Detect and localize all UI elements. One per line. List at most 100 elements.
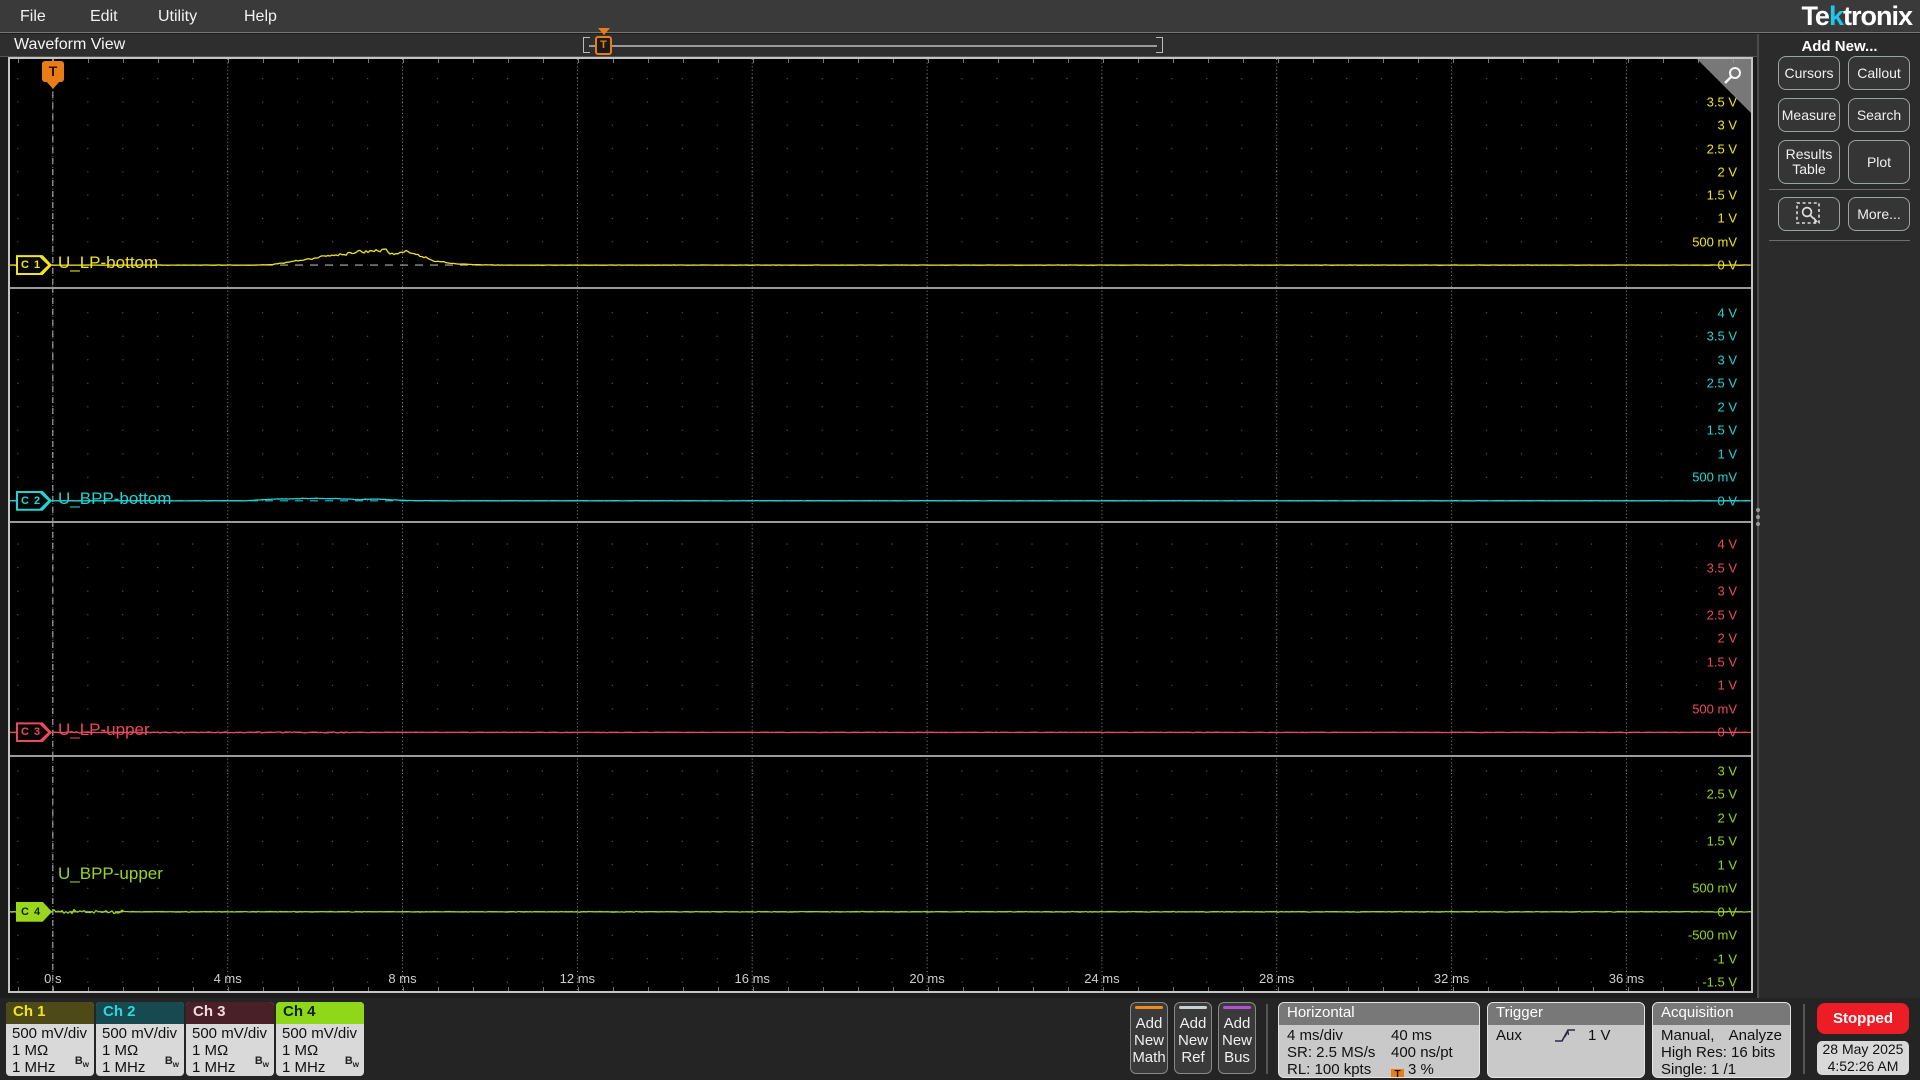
tektronix-logo: Tektronix — [1801, 1, 1913, 31]
add-new-ref-button[interactable]: Add New Ref — [1174, 1002, 1212, 1074]
panel-divider — [1769, 240, 1910, 241]
channel-badge-body: 500 mV/div 1 MΩ 1 MHz Bw — [96, 1024, 184, 1076]
callout-button[interactable]: Callout — [1848, 56, 1910, 90]
acquisition-badge[interactable]: Acquisition Manual, Analyze High Res: 16… — [1652, 1002, 1791, 1078]
waveform-view-title: Waveform View — [14, 36, 126, 53]
timeline-right-bracket — [1156, 37, 1163, 53]
y-tick-label: 1.5 V — [1706, 187, 1737, 203]
y-tick-label: 0 V — [1717, 724, 1737, 740]
channel-3-settings-badge[interactable]: Ch 3 500 mV/div 1 MΩ 1 MHz Bw — [186, 1002, 274, 1076]
trigger-position-marker[interactable]: T — [42, 61, 64, 89]
trigger-title: Trigger — [1488, 1003, 1644, 1025]
y-tick-label: 2 V — [1717, 630, 1737, 646]
trigger-level: 1 V — [1588, 1027, 1611, 1044]
channel-1-label[interactable]: U_LP-bottom — [58, 253, 158, 273]
channel-badge-header: Ch 1 — [6, 1002, 94, 1024]
y-tick-label: 2 V — [1717, 810, 1737, 826]
bandwidth-limit-icon: Bw — [254, 1054, 269, 1069]
results-table-line1: Results — [1785, 146, 1833, 162]
x-tick-label: 16 ms — [734, 971, 770, 986]
bandwidth-limit-icon: Bw — [164, 1054, 179, 1069]
trigger-badge[interactable]: Trigger Aux 1 V — [1487, 1002, 1645, 1078]
channel-1-settings-badge[interactable]: Ch 1 500 mV/div 1 MΩ 1 MHz Bw — [6, 1002, 94, 1076]
menu-bar: File Edit Utility Help Tektronix — [0, 0, 1920, 33]
results-table-button[interactable]: Results Table — [1778, 140, 1840, 184]
menu-help[interactable]: Help — [232, 0, 289, 33]
channel-4-slice — [10, 755, 1751, 991]
waveform-graticule[interactable]: T C 1 U_LP-bottom C 2 U_BPP-bottom C 3 U… — [8, 57, 1753, 993]
channel-4-badge[interactable]: C 4 — [16, 901, 52, 922]
y-tick-label: 4 V — [1717, 305, 1737, 321]
y-tick-label: 500 mV — [1692, 234, 1737, 250]
plot-button[interactable]: Plot — [1848, 140, 1910, 184]
channel-3-slice — [10, 521, 1751, 755]
timeline-trigger-pointer-icon — [598, 28, 610, 35]
add-new-title: Add New... — [1801, 38, 1878, 55]
acquisition-title: Acquisition — [1653, 1003, 1790, 1025]
timeline-trigger-icon[interactable]: T — [595, 36, 612, 55]
channel-3-label[interactable]: U_LP-upper — [58, 720, 150, 740]
add-new-bus-button[interactable]: Add New Bus — [1218, 1002, 1256, 1074]
channel-badge-body: 500 mV/div 1 MΩ 1 MHz Bw — [6, 1024, 94, 1076]
x-tick-label: 4 ms — [213, 971, 242, 986]
waveform-trace-ch1 — [10, 248, 1751, 266]
x-tick-label: 24 ms — [1084, 971, 1120, 986]
bus-stripe — [1223, 1006, 1251, 1009]
horizontal-title: Horizontal — [1279, 1003, 1479, 1025]
y-tick-label: 500 mV — [1692, 469, 1737, 485]
date-time-display: 28 May 2025 4:52:26 AM — [1817, 1041, 1909, 1075]
bandwidth-limit-icon: Bw — [74, 1054, 89, 1069]
acquisition-single: Single: 1 /1 — [1661, 1061, 1737, 1078]
search-button[interactable]: Search — [1848, 98, 1910, 132]
y-tick-label: 0 V — [1717, 493, 1737, 509]
channel-1-badge[interactable]: C 1 — [16, 255, 52, 276]
horizontal-window: 40 ms — [1391, 1027, 1432, 1044]
more-button[interactable]: More... — [1848, 197, 1910, 231]
channel-badge-body: 500 mV/div 1 MΩ 1 MHz Bw — [186, 1024, 274, 1076]
zoom-select-button[interactable] — [1778, 197, 1840, 231]
y-tick-label: 1 V — [1717, 210, 1737, 226]
menu-edit[interactable]: Edit — [78, 0, 130, 33]
date-text: 28 May 2025 — [1822, 1041, 1904, 1057]
waveform-trace-ch4 — [10, 908, 1751, 915]
y-tick-label: 1 V — [1717, 677, 1737, 693]
menu-file[interactable]: File — [8, 0, 58, 33]
measure-button[interactable]: Measure — [1778, 98, 1840, 132]
trigger-flag-icon: T — [42, 61, 64, 82]
y-tick-label: 1 V — [1717, 857, 1737, 873]
channel-4-settings-badge[interactable]: Ch 4 500 mV/div 1 MΩ 1 MHz Bw — [276, 1002, 364, 1076]
x-tick-label: 36 ms — [1608, 971, 1645, 986]
y-tick-label: 500 mV — [1692, 880, 1737, 896]
panel-splitter-handle[interactable] — [1755, 505, 1761, 531]
y-tick-label: 4 V — [1717, 536, 1737, 552]
channel-2-label[interactable]: U_BPP-bottom — [58, 489, 171, 509]
y-tick-label: 2.5 V — [1706, 141, 1737, 157]
channel-4-label[interactable]: U_BPP-upper — [58, 864, 163, 884]
y-tick-label: 2.5 V — [1706, 786, 1737, 802]
menu-utility[interactable]: Utility — [146, 0, 209, 33]
x-tick-label: 0 s — [44, 971, 62, 986]
zoom-select-icon — [1796, 202, 1820, 225]
channel-badge-header: Ch 2 — [96, 1002, 184, 1024]
channel-badge-text: C 3 — [20, 726, 42, 739]
x-tick-label: 20 ms — [909, 971, 945, 986]
cursors-button[interactable]: Cursors — [1778, 56, 1840, 90]
acquisition-highres: High Res: 16 bits — [1661, 1044, 1776, 1061]
y-tick-label: -1 V — [1713, 951, 1737, 967]
separator — [1266, 1004, 1268, 1074]
horizontal-badge[interactable]: Horizontal 4 ms/div 40 ms SR: 2.5 MS/s 4… — [1278, 1002, 1480, 1078]
waveform-view-header: Waveform View T — [0, 28, 1757, 57]
run-stop-status-button[interactable]: Stopped — [1817, 1003, 1909, 1034]
add-new-math-button[interactable]: Add New Math — [1130, 1002, 1168, 1074]
vertical-scale: 500 mV/div — [12, 1025, 88, 1042]
y-tick-label: 2 V — [1717, 164, 1737, 180]
channel-2-badge[interactable]: C 2 — [16, 490, 52, 511]
x-tick-label: 32 ms — [1433, 971, 1470, 986]
channel-3-badge[interactable]: C 3 — [16, 722, 52, 743]
sample-rate: SR: 2.5 MS/s — [1287, 1044, 1376, 1061]
add-new-panel: Add New... Cursors Callout Measure Searc… — [1757, 34, 1920, 998]
acquisition-timeline[interactable]: T — [583, 28, 1163, 57]
channel-2-settings-badge[interactable]: Ch 2 500 mV/div 1 MΩ 1 MHz Bw — [96, 1002, 184, 1076]
channel-2-slice — [10, 287, 1751, 521]
channel-badge-header: Ch 4 — [276, 1002, 364, 1024]
